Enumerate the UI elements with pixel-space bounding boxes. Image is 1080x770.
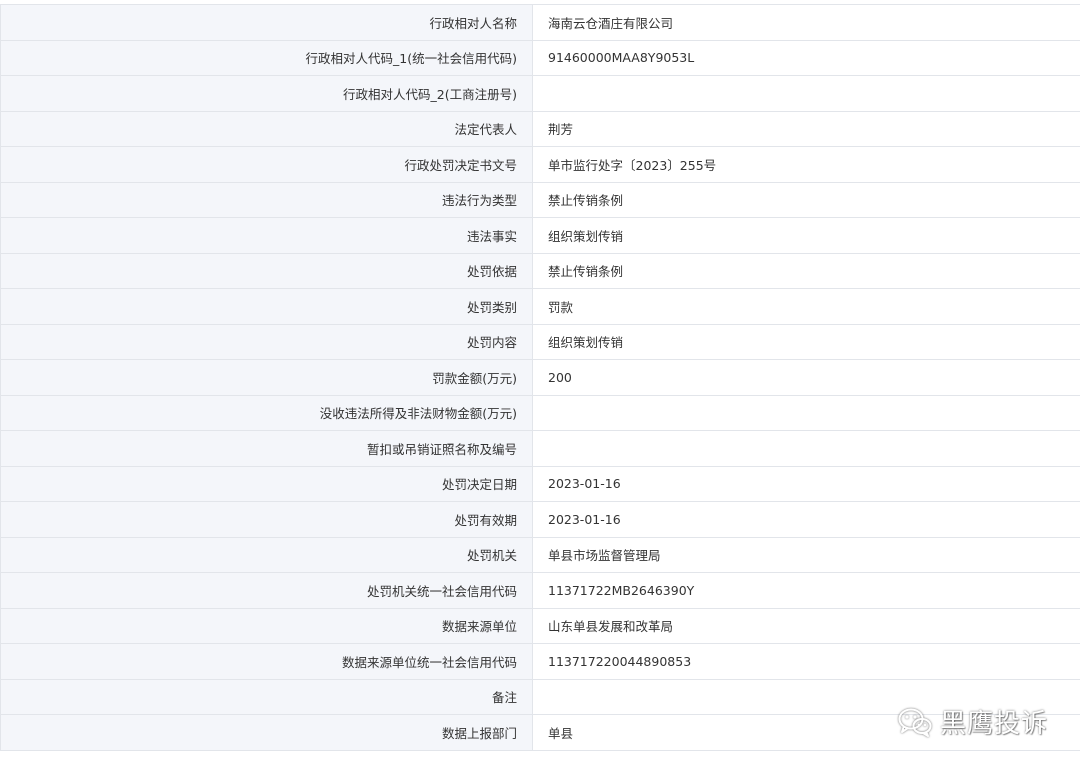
- field-value: 113717220044890853: [532, 643, 1080, 680]
- field-label: 处罚机关统一社会信用代码: [0, 572, 533, 609]
- table-row: 处罚内容 组织策划传销: [0, 323, 1080, 360]
- field-label: 处罚内容: [0, 323, 533, 360]
- table-row: 处罚机关 单县市场监督管理局: [0, 536, 1080, 573]
- table-row: 行政相对人名称 海南云仓酒庄有限公司: [0, 4, 1080, 41]
- field-value: [532, 75, 1080, 112]
- field-label: 行政相对人名称: [0, 4, 533, 41]
- field-label: 法定代表人: [0, 110, 533, 147]
- field-label: 行政相对人代码_1(统一社会信用代码): [0, 39, 533, 76]
- penalty-record-page: 行政相对人名称 海南云仓酒庄有限公司 行政相对人代码_1(统一社会信用代码) 9146…: [0, 0, 1080, 770]
- field-value: 禁止传销条例: [532, 181, 1080, 218]
- field-value: 组织策划传销: [532, 323, 1080, 360]
- field-value: 单县市场监督管理局: [532, 536, 1080, 573]
- field-value: 单县: [532, 714, 1080, 751]
- field-label: 数据来源单位: [0, 607, 533, 644]
- penalty-record-table: 行政相对人名称 海南云仓酒庄有限公司 行政相对人代码_1(统一社会信用代码) 9146…: [0, 4, 1080, 751]
- field-label: 处罚机关: [0, 536, 533, 573]
- field-label: 罚款金额(万元): [0, 359, 533, 396]
- field-label: 数据上报部门: [0, 714, 533, 751]
- field-value: [532, 678, 1080, 715]
- table-row: 法定代表人 荆芳: [0, 110, 1080, 147]
- table-row: 数据来源单位统一社会信用代码 113717220044890853: [0, 643, 1080, 680]
- table-row: 处罚依据 禁止传销条例: [0, 252, 1080, 289]
- table-row: 违法行为类型 禁止传销条例: [0, 181, 1080, 218]
- field-label: 数据来源单位统一社会信用代码: [0, 643, 533, 680]
- field-value: 91460000MAA8Y9053L: [532, 39, 1080, 76]
- table-row: 备注: [0, 678, 1080, 715]
- field-label: 行政处罚决定书文号: [0, 146, 533, 183]
- field-label: 违法事实: [0, 217, 533, 254]
- field-value: [532, 430, 1080, 467]
- table-row: 处罚决定日期 2023-01-16: [0, 465, 1080, 502]
- field-label: 暂扣或吊销证照名称及编号: [0, 430, 533, 467]
- table-row: 处罚机关统一社会信用代码 11371722MB2646390Y: [0, 572, 1080, 609]
- table-row: 处罚有效期 2023-01-16: [0, 501, 1080, 538]
- field-value: 罚款: [532, 288, 1080, 325]
- table-row: 暂扣或吊销证照名称及编号: [0, 430, 1080, 467]
- field-label: 违法行为类型: [0, 181, 533, 218]
- field-label: 行政相对人代码_2(工商注册号): [0, 75, 533, 112]
- table-row: 数据上报部门 单县: [0, 714, 1080, 751]
- table-row: 行政相对人代码_2(工商注册号): [0, 75, 1080, 112]
- table-row: 罚款金额(万元) 200: [0, 359, 1080, 396]
- field-label: 处罚决定日期: [0, 465, 533, 502]
- table-row: 行政处罚决定书文号 单市监行处字〔2023〕255号: [0, 146, 1080, 183]
- table-row: 违法事实 组织策划传销: [0, 217, 1080, 254]
- field-value: 山东单县发展和改革局: [532, 607, 1080, 644]
- field-value: 200: [532, 359, 1080, 396]
- table-row: 没收违法所得及非法财物金额(万元): [0, 394, 1080, 431]
- field-value: 禁止传销条例: [532, 252, 1080, 289]
- field-label: 没收违法所得及非法财物金额(万元): [0, 394, 533, 431]
- field-label: 处罚类别: [0, 288, 533, 325]
- table-row: 处罚类别 罚款: [0, 288, 1080, 325]
- field-value: 单市监行处字〔2023〕255号: [532, 146, 1080, 183]
- field-label: 处罚有效期: [0, 501, 533, 538]
- table-row: 数据来源单位 山东单县发展和改革局: [0, 607, 1080, 644]
- field-value: 2023-01-16: [532, 465, 1080, 502]
- field-value: 海南云仓酒庄有限公司: [532, 4, 1080, 41]
- field-value: [532, 394, 1080, 431]
- field-value: 2023-01-16: [532, 501, 1080, 538]
- field-label: 备注: [0, 678, 533, 715]
- record-table-body: 行政相对人名称 海南云仓酒庄有限公司 行政相对人代码_1(统一社会信用代码) 9146…: [0, 4, 1080, 751]
- field-value: 组织策划传销: [532, 217, 1080, 254]
- field-label: 处罚依据: [0, 252, 533, 289]
- field-value: 11371722MB2646390Y: [532, 572, 1080, 609]
- field-value: 荆芳: [532, 110, 1080, 147]
- table-row: 行政相对人代码_1(统一社会信用代码) 91460000MAA8Y9053L: [0, 39, 1080, 76]
